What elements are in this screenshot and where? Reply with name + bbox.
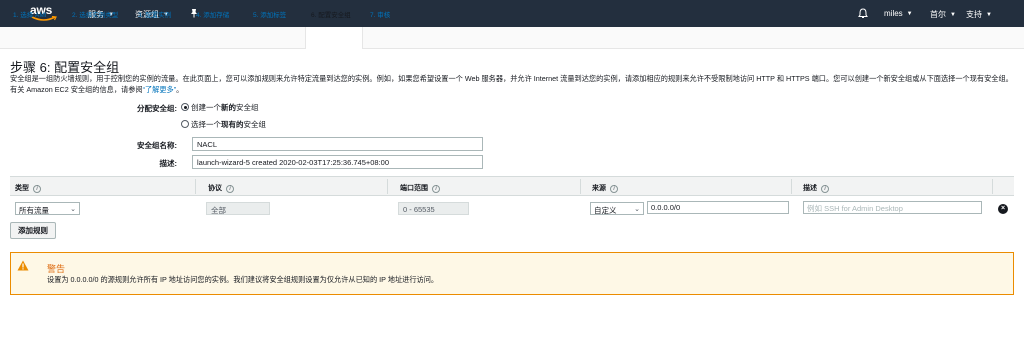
tab-add-storage[interactable]: 4. 添加存储	[196, 9, 229, 19]
column-divider	[580, 179, 581, 194]
security-group-name-input[interactable]: NACL	[192, 137, 483, 151]
description-end: 。	[176, 85, 184, 94]
page-description: 安全组是一组防火墙规则，用于控制您的实例的流量。在此页面上，您可以添加规则来允许…	[10, 73, 1020, 95]
chevron-down-icon: ▼	[906, 11, 913, 17]
warning-icon	[17, 260, 29, 271]
header-description: 描述 i	[803, 183, 829, 193]
add-rule-button[interactable]: 添加规则	[10, 222, 56, 239]
header-port-range: 端口范围 i	[400, 183, 440, 193]
info-icon[interactable]: i	[226, 185, 234, 193]
column-divider	[387, 179, 388, 194]
create-option-text-1: 创建一个	[191, 103, 221, 112]
bell-icon[interactable]	[858, 8, 868, 19]
select-option-text-bold: 现有的	[221, 120, 244, 129]
select-option-text-2: 安全组	[243, 120, 267, 129]
chevron-down-icon: ⌄	[634, 206, 640, 213]
header-source: 来源 i	[592, 183, 618, 193]
radio-checked-icon[interactable]	[181, 103, 189, 111]
header-type: 类型 i	[15, 183, 41, 193]
create-option-text-bold: 新的	[221, 103, 236, 112]
column-divider	[992, 179, 993, 194]
radio-create-new[interactable]: 创建一个新的安全组	[181, 102, 259, 113]
description-input[interactable]: launch-wizard-5 created 2020-02-03T17:25…	[192, 155, 483, 169]
learn-more-link[interactable]: “了解更多”	[143, 85, 177, 94]
user-label: miles	[884, 9, 903, 18]
assign-security-group-label: 分配安全组:	[137, 104, 177, 113]
description-label: 描述:	[159, 159, 178, 168]
protocol-field: 全部	[206, 202, 270, 215]
wizard-steps	[0, 27, 1024, 49]
port-range-field: 0 - 65535	[398, 202, 469, 215]
source-type-select[interactable]: 自定义 ⌄	[590, 202, 644, 215]
radio-select-existing[interactable]: 选择一个现有的安全组	[181, 119, 266, 130]
info-icon[interactable]: i	[610, 185, 618, 193]
chevron-down-icon: ▼	[986, 12, 992, 18]
source-cidr-input[interactable]: 0.0.0.0/0	[647, 201, 789, 214]
support-label: 支持	[966, 10, 982, 19]
rule-description-input[interactable]: 例如 SSH for Admin Desktop	[803, 201, 982, 214]
source-type-value: 自定义	[594, 206, 617, 215]
select-option-text-1: 选择一个	[191, 120, 221, 129]
tab-add-tags[interactable]: 5. 添加标签	[253, 9, 286, 19]
warning-alert: 警告 设置为 0.0.0.0/0 的源规则允许所有 IP 地址访问您的实例。我们…	[10, 252, 1014, 295]
tab-choose-ami[interactable]: 1. 选择 AMI	[13, 9, 47, 19]
chevron-down-icon: ▼	[950, 12, 956, 18]
info-icon[interactable]: i	[821, 185, 829, 193]
column-divider	[195, 179, 196, 194]
header-protocol: 协议 i	[208, 183, 234, 193]
type-value: 所有流量	[19, 206, 49, 215]
info-icon[interactable]: i	[432, 185, 440, 193]
warning-title: 警告	[47, 264, 66, 274]
region-label: 首尔	[930, 10, 946, 19]
remove-rule-icon[interactable]: ×	[998, 204, 1008, 214]
tab-configure-instance[interactable]: 3. 配置实例	[138, 9, 171, 19]
tab-choose-instance-type[interactable]: 2. 选择实例类型	[72, 9, 118, 19]
user-menu[interactable]: miles ▼	[884, 9, 913, 18]
create-option-text-2: 安全组	[236, 103, 259, 112]
rules-table-header: 类型 i 协议 i 端口范围 i 来源 i 描述 i	[10, 176, 1014, 196]
region-menu[interactable]: 首尔 ▼	[930, 9, 956, 20]
security-group-name-label: 安全组名称:	[137, 141, 177, 150]
support-menu[interactable]: 支持 ▼	[966, 9, 992, 20]
warning-text: 设置为 0.0.0.0/0 的源规则允许所有 IP 地址访问您的实例。我们建议将…	[47, 275, 439, 284]
tab-review[interactable]: 7. 审核	[370, 9, 390, 19]
chevron-down-icon: ⌄	[70, 206, 76, 213]
radio-unchecked-icon[interactable]	[181, 120, 189, 128]
tab-configure-security-group[interactable]: 6. 配置安全组	[311, 9, 351, 19]
type-select[interactable]: 所有流量 ⌄	[15, 202, 80, 215]
active-step-highlight	[305, 27, 363, 49]
info-icon[interactable]: i	[33, 185, 41, 193]
column-divider	[791, 179, 792, 194]
